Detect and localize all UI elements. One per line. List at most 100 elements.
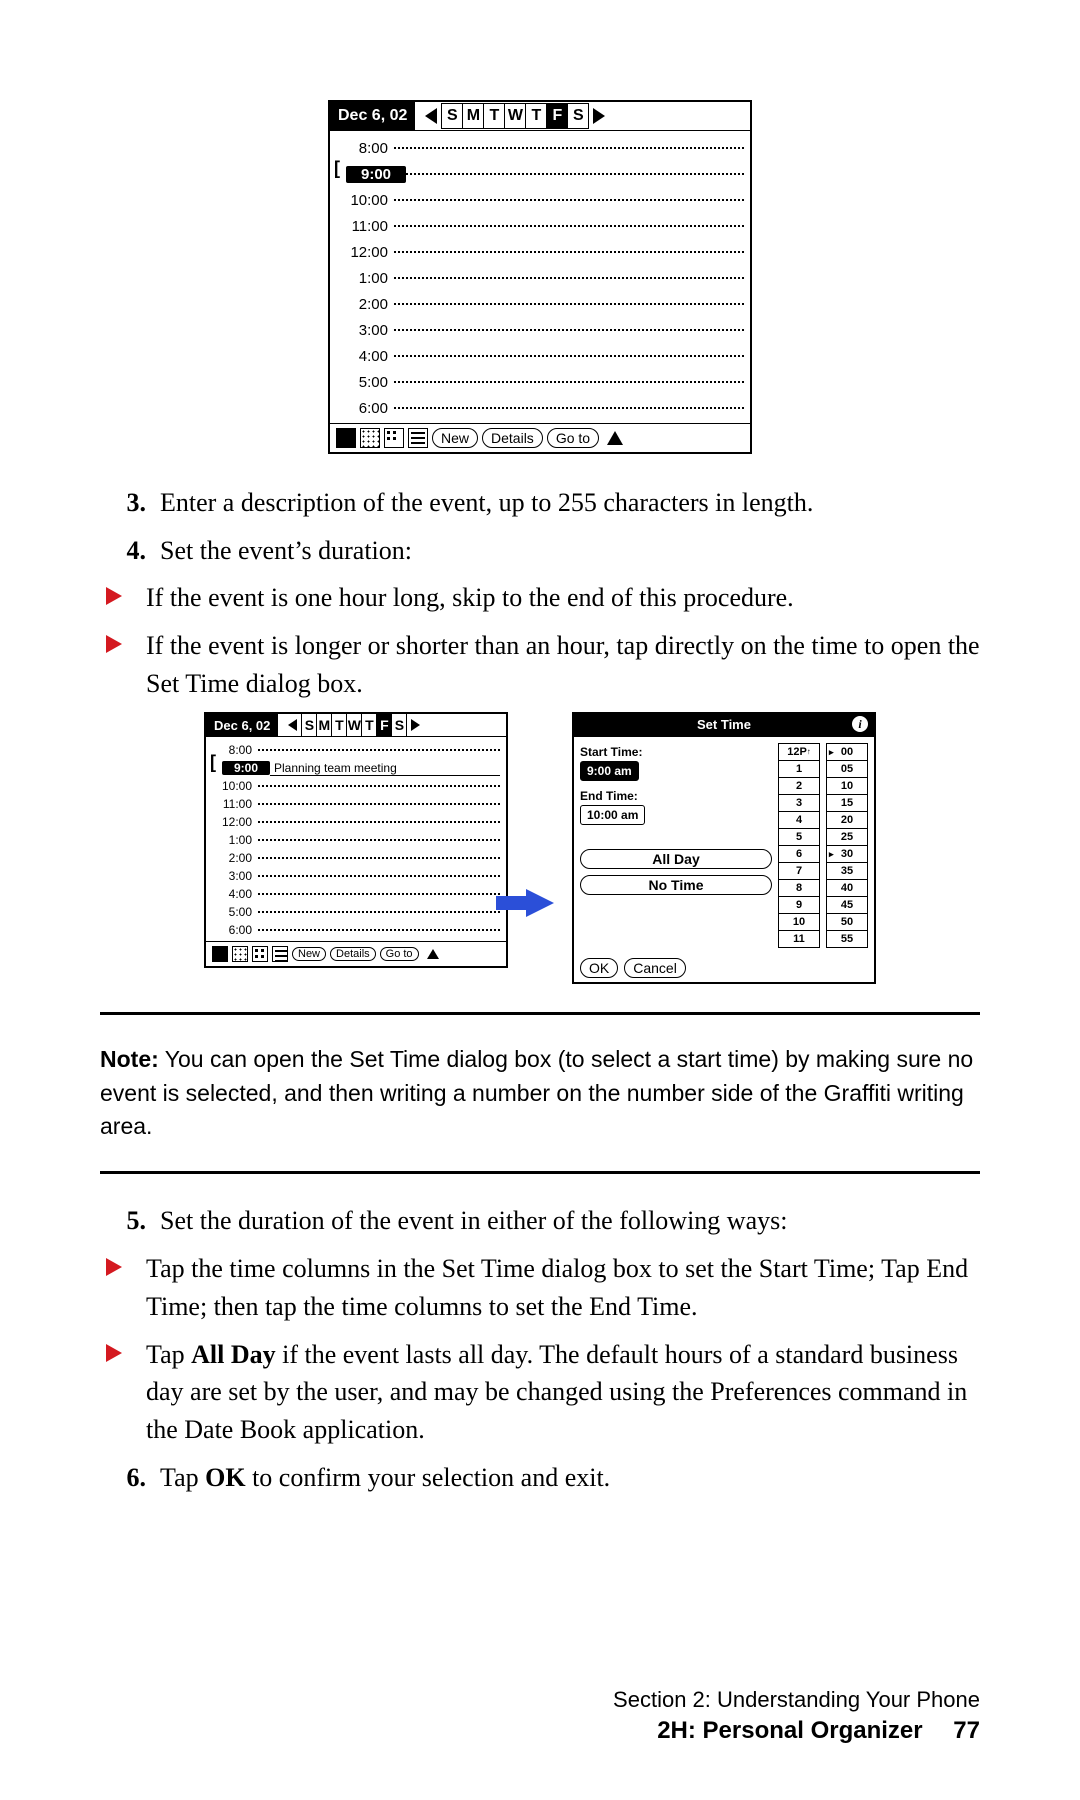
view-day-icon[interactable] xyxy=(212,946,228,962)
new-button[interactable]: New xyxy=(292,947,326,961)
all-day-button[interactable]: All Day xyxy=(580,849,772,869)
hour-slot[interactable] xyxy=(258,857,500,859)
hour-12[interactable]: 12:00 xyxy=(336,244,394,261)
hour-slot[interactable] xyxy=(258,803,500,805)
hour-2[interactable]: 2:00 xyxy=(212,851,258,865)
day-thu[interactable]: T xyxy=(362,714,377,736)
hour-option[interactable]: 8 xyxy=(779,880,819,897)
no-time-button[interactable]: No Time xyxy=(580,875,772,895)
start-time-value[interactable]: 9:00 am xyxy=(580,761,639,781)
hour-slot[interactable] xyxy=(394,147,744,149)
hour-slot[interactable] xyxy=(394,381,744,383)
minute-option[interactable]: 20 xyxy=(827,812,867,829)
minute-option[interactable]: 45 xyxy=(827,897,867,914)
hour-slot[interactable] xyxy=(394,407,744,409)
day-fri[interactable]: F xyxy=(547,104,568,128)
day-mon[interactable]: M xyxy=(317,714,332,736)
minute-option[interactable]: 35 xyxy=(827,863,867,880)
hour-5[interactable]: 5:00 xyxy=(212,905,258,919)
hour-10[interactable]: 10:00 xyxy=(212,779,258,793)
hour-slot[interactable] xyxy=(258,875,500,877)
day-fri[interactable]: F xyxy=(377,714,392,736)
minute-option[interactable]: 15 xyxy=(827,795,867,812)
hour-5[interactable]: 5:00 xyxy=(336,374,394,391)
view-week-icon[interactable] xyxy=(232,946,248,962)
scroll-up-icon[interactable] xyxy=(607,431,623,445)
hour-slot[interactable] xyxy=(394,277,744,279)
hour-slot[interactable] xyxy=(394,329,744,331)
day-mon[interactable]: M xyxy=(463,104,484,128)
hour-option[interactable]: 9 xyxy=(779,897,819,914)
hour-1[interactable]: 1:00 xyxy=(336,270,394,287)
hour-2[interactable]: 2:00 xyxy=(336,296,394,313)
hour-option[interactable]: 5 xyxy=(779,829,819,846)
hour-slot[interactable] xyxy=(394,225,744,227)
day-sun[interactable]: S xyxy=(302,714,317,736)
day-wed[interactable]: W xyxy=(505,104,526,128)
hour-slot[interactable] xyxy=(394,355,744,357)
hour-slot[interactable] xyxy=(258,929,500,931)
hour-option[interactable]: 2 xyxy=(779,778,819,795)
hour-9-selected[interactable]: 9:00 xyxy=(222,761,270,775)
hour-6[interactable]: 6:00 xyxy=(336,400,394,417)
hour-slot[interactable] xyxy=(406,173,744,175)
new-button[interactable]: New xyxy=(432,428,478,448)
hour-10[interactable]: 10:00 xyxy=(336,192,394,209)
hour-9-selected[interactable]: 9:00 xyxy=(346,166,406,183)
hour-slot[interactable] xyxy=(258,911,500,913)
prev-week-icon[interactable] xyxy=(288,719,297,731)
minute-option[interactable]: 05 xyxy=(827,761,867,778)
details-button[interactable]: Details xyxy=(330,947,376,961)
hours-column[interactable]: 12P↑ 1 2 3 4 5 6 7 8 9 10 11 xyxy=(778,743,820,948)
hour-3[interactable]: 3:00 xyxy=(336,322,394,339)
hour-option[interactable]: 7 xyxy=(779,863,819,880)
goto-button[interactable]: Go to xyxy=(547,428,599,448)
view-week-icon[interactable] xyxy=(360,428,380,448)
hour-slot[interactable] xyxy=(258,839,500,841)
minute-option[interactable]: 10 xyxy=(827,778,867,795)
hour-12[interactable]: 12:00 xyxy=(212,815,258,829)
hour-option[interactable]: 11 xyxy=(779,931,819,947)
end-time-value[interactable]: 10:00 am xyxy=(580,805,645,825)
hour-option[interactable]: 10 xyxy=(779,914,819,931)
view-agenda-icon[interactable] xyxy=(272,946,288,962)
cancel-button[interactable]: Cancel xyxy=(624,958,686,978)
minute-option[interactable]: 50 xyxy=(827,914,867,931)
minute-option[interactable]: 25 xyxy=(827,829,867,846)
hour-slot[interactable] xyxy=(258,785,500,787)
hour-slot[interactable] xyxy=(394,251,744,253)
prev-week-icon[interactable] xyxy=(425,108,437,124)
day-sat[interactable]: S xyxy=(568,104,588,128)
hour-slot[interactable] xyxy=(258,893,500,895)
hour-option[interactable]: 1 xyxy=(779,761,819,778)
hour-4[interactable]: 4:00 xyxy=(212,887,258,901)
details-button[interactable]: Details xyxy=(482,428,543,448)
hour-6[interactable]: 6:00 xyxy=(212,923,258,937)
day-tue[interactable]: T xyxy=(332,714,347,736)
day-wed[interactable]: W xyxy=(347,714,362,736)
view-month-icon[interactable] xyxy=(252,946,268,962)
minute-option[interactable]: 40 xyxy=(827,880,867,897)
minute-option[interactable]: 30 xyxy=(827,846,867,863)
minute-option[interactable]: 55 xyxy=(827,931,867,947)
event-description[interactable]: Planning team meeting xyxy=(270,761,500,776)
hour-option[interactable]: 6 xyxy=(779,846,819,863)
day-tue[interactable]: T xyxy=(484,104,505,128)
hour-11[interactable]: 11:00 xyxy=(212,797,258,811)
ok-button[interactable]: OK xyxy=(580,958,618,978)
info-icon[interactable]: i xyxy=(852,716,868,732)
view-month-icon[interactable] xyxy=(384,428,404,448)
day-sat[interactable]: S xyxy=(392,714,406,736)
minutes-column[interactable]: 00 05 10 15 20 25 30 35 40 45 50 55 xyxy=(826,743,868,948)
hour-8[interactable]: 8:00 xyxy=(336,140,394,157)
hour-slot[interactable] xyxy=(394,199,744,201)
hour-3[interactable]: 3:00 xyxy=(212,869,258,883)
view-day-icon[interactable] xyxy=(336,428,356,448)
hour-11[interactable]: 11:00 xyxy=(336,218,394,235)
scroll-up-icon[interactable] xyxy=(427,949,439,959)
hour-8[interactable]: 8:00 xyxy=(212,743,258,757)
view-agenda-icon[interactable] xyxy=(408,428,428,448)
hour-option[interactable]: 3 xyxy=(779,795,819,812)
next-week-icon[interactable] xyxy=(411,719,420,731)
hour-option[interactable]: 12P↑ xyxy=(779,744,819,761)
